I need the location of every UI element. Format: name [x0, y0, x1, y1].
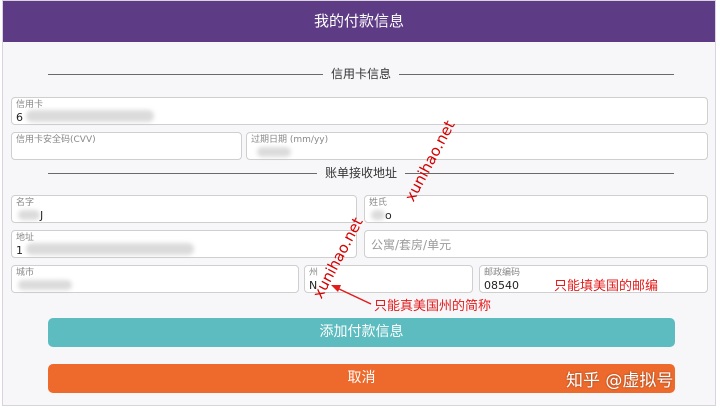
- address-value: 1: [16, 244, 23, 257]
- apartment-placeholder: 公寓/套房/单元: [371, 238, 452, 252]
- zip-label: 邮政编码: [484, 268, 521, 278]
- add-payment-button[interactable]: 添加付款信息: [48, 318, 675, 347]
- zip-annotation: 只能填美国的邮编: [554, 279, 659, 294]
- expiry-label: 过期日期 (mm/yy): [251, 135, 328, 146]
- redacted-card-number: [26, 110, 154, 122]
- redacted-last-name: [371, 210, 385, 220]
- card-number-field[interactable]: 信用卡 6: [11, 97, 708, 125]
- cvv-field[interactable]: 信用卡安全码(CVV): [11, 132, 242, 160]
- credit-card-section-divider: 信用卡信息: [48, 66, 674, 82]
- expiry-hint: (mm/yy): [289, 135, 329, 145]
- payment-form-panel: 我的付款信息 信用卡信息 信用卡 6 信用卡安全码(CVV) 过期日期 (mm/…: [2, 0, 716, 406]
- state-annotation: 只能真美国州的简称: [374, 299, 492, 314]
- address-field[interactable]: 地址 1: [11, 230, 357, 258]
- card-number-value: 6: [16, 111, 23, 124]
- page-title: 我的付款信息: [3, 1, 715, 42]
- first-name-value: J: [40, 209, 44, 222]
- redacted-address: [26, 243, 194, 255]
- city-label: 城市: [16, 268, 35, 278]
- first-name-label: 名字: [16, 198, 35, 208]
- redacted-expiry: [257, 147, 291, 157]
- zhihu-watermark: 知乎 @虚拟号: [566, 371, 674, 391]
- last-name-label: 姓氏: [369, 198, 388, 208]
- last-name-value: o: [385, 209, 392, 222]
- expiry-label-text: 过期日期: [251, 135, 288, 145]
- cvv-label: 信用卡安全码(CVV): [16, 135, 96, 145]
- billing-address-section-divider: 账单接收地址: [48, 165, 674, 181]
- redacted-first-name: [18, 210, 40, 220]
- redacted-city: [18, 280, 72, 290]
- section-title-billing-address: 账单接收地址: [316, 165, 406, 181]
- first-name-field[interactable]: 名字 J: [11, 195, 357, 223]
- zip-value: 08540: [484, 279, 519, 292]
- expiry-field[interactable]: 过期日期 (mm/yy): [246, 132, 708, 160]
- section-title-credit-card: 信用卡信息: [322, 66, 400, 82]
- arrow-shaft: [336, 287, 372, 305]
- city-field[interactable]: 城市: [11, 265, 299, 293]
- apartment-field[interactable]: 公寓/套房/单元: [364, 230, 708, 258]
